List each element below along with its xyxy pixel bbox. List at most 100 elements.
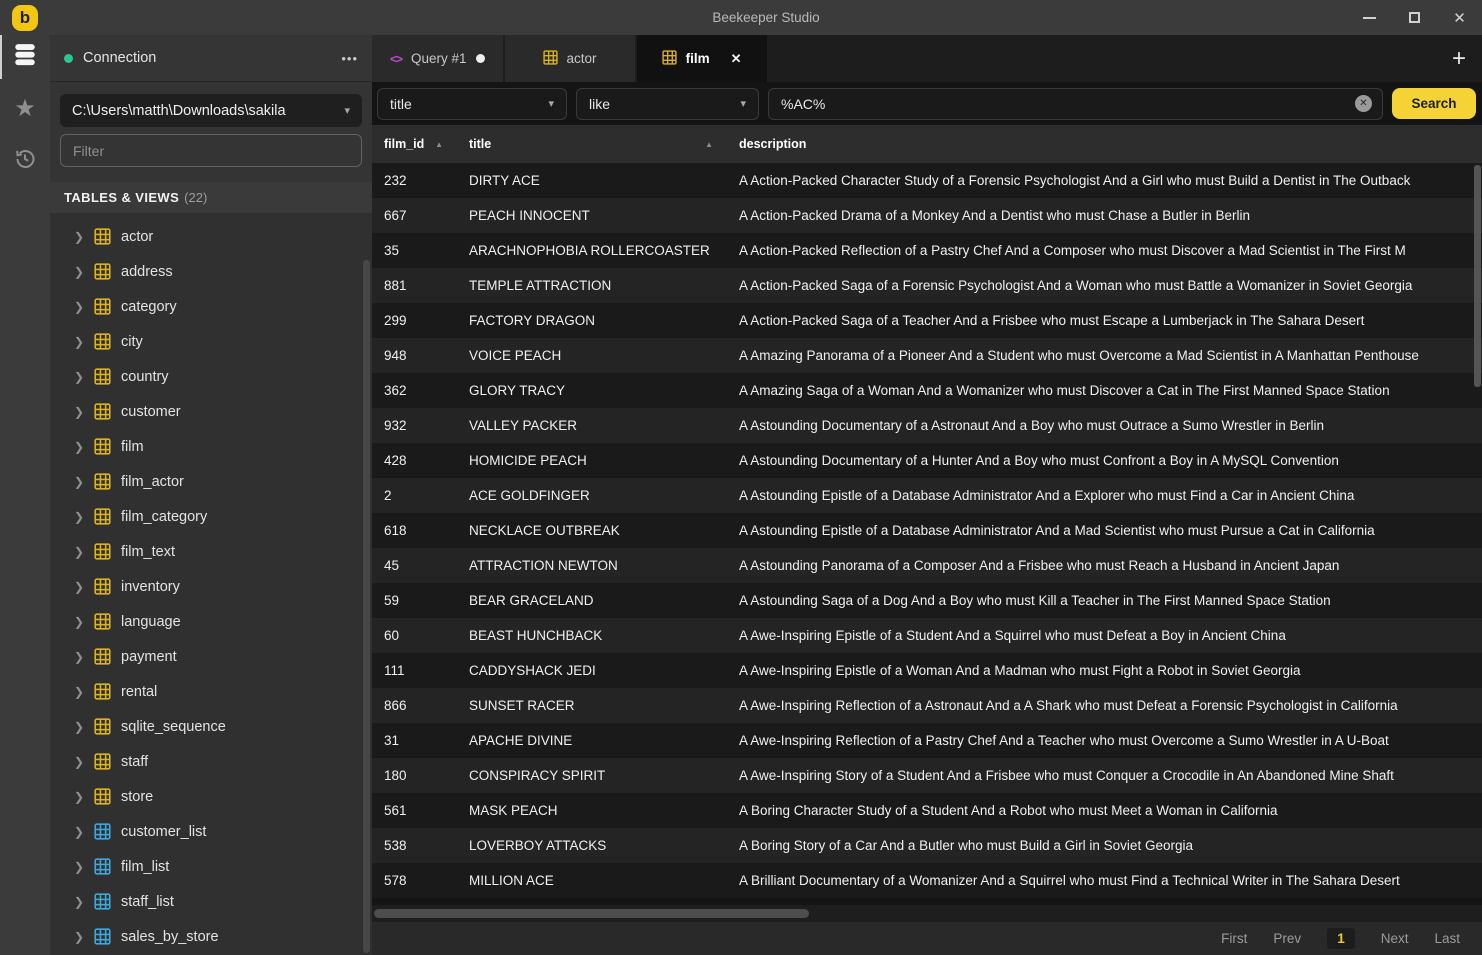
connection-menu-button[interactable]: ••• [341,51,358,66]
table-row[interactable]: 59 BEAR GRACELAND A Astounding Saga of a… [372,583,1482,618]
table-row[interactable]: 667 PEACH INNOCENT A Action-Packed Drama… [372,198,1482,233]
sidebar-item-film[interactable]: ❯ film [50,429,372,464]
cell-film-id[interactable]: 667 [372,208,457,223]
vertical-scrollbar[interactable] [1474,165,1481,387]
sidebar-item-film_actor[interactable]: ❯ film_actor [50,464,372,499]
cell-film-id[interactable]: 60 [372,628,457,643]
cell-title[interactable]: SUNSET RACER [457,698,727,713]
table-row[interactable]: 881 TEMPLE ATTRACTION A Action-Packed Sa… [372,268,1482,303]
cell-title[interactable]: MILLION ACE [457,873,727,888]
column-header-title[interactable]: title ▲ [457,125,727,163]
sidebar-item-customer[interactable]: ❯ customer [50,394,372,429]
cell-title[interactable]: ARACHNOPHOBIA ROLLERCOASTER [457,243,727,258]
column-header-description[interactable]: description [727,125,1482,163]
table-row[interactable]: 932 VALLEY PACKER A Astounding Documenta… [372,408,1482,443]
cell-description[interactable]: A Astounding Documentary of a Hunter And… [727,453,1482,468]
cell-title[interactable]: PEACH INNOCENT [457,208,727,223]
cell-film-id[interactable]: 881 [372,278,457,293]
cell-title[interactable]: VOICE PEACH [457,348,727,363]
cell-title[interactable]: FACTORY DRAGON [457,313,727,328]
sidebar-item-film_list[interactable]: ❯ film_list [50,849,372,884]
tab-actor[interactable]: actor [505,35,635,82]
cell-film-id[interactable]: 866 [372,698,457,713]
table-row[interactable]: 561 MASK PEACH A Boring Character Study … [372,793,1482,828]
history-panel-button[interactable] [0,135,50,187]
sidebar-item-rental[interactable]: ❯ rental [50,674,372,709]
table-row[interactable]: 180 CONSPIRACY SPIRIT A Awe-Inspiring St… [372,758,1482,793]
sidebar-item-sales_by_store[interactable]: ❯ sales_by_store [50,919,372,954]
cell-film-id[interactable]: 618 [372,523,457,538]
cell-film-id[interactable]: 948 [372,348,457,363]
filter-value-field[interactable]: ✕ [768,88,1383,120]
pagination-prev[interactable]: Prev [1273,931,1301,946]
cell-film-id[interactable]: 59 [372,593,457,608]
table-row[interactable]: 866 SUNSET RACER A Awe-Inspiring Reflect… [372,688,1482,723]
filter-operator-select[interactable]: like ▾ [576,88,759,120]
sidebar-item-customer_list[interactable]: ❯ customer_list [50,814,372,849]
clear-filter-icon[interactable]: ✕ [1355,95,1372,112]
cell-description[interactable]: A Action-Packed Drama of a Monkey And a … [727,208,1482,223]
minimize-button[interactable] [1347,0,1392,35]
pagination-next[interactable]: Next [1381,931,1409,946]
table-row[interactable]: 618 NECKLACE OUTBREAK A Astounding Epist… [372,513,1482,548]
pagination-first[interactable]: First [1221,931,1247,946]
sidebar-item-staff[interactable]: ❯ staff [50,744,372,779]
cell-film-id[interactable]: 428 [372,453,457,468]
cell-description[interactable]: A Action-Packed Saga of a Teacher And a … [727,313,1482,328]
column-header-film-id[interactable]: film_id ▲ [372,125,457,163]
table-row[interactable]: 45 ATTRACTION NEWTON A Astounding Panora… [372,548,1482,583]
pagination-current-page[interactable]: 1 [1327,928,1355,949]
cell-title[interactable]: NECKLACE OUTBREAK [457,523,727,538]
tab-query-1[interactable]: <> Query #1 [372,35,503,82]
cell-description[interactable]: A Astounding Documentary of a Astronaut … [727,418,1482,433]
cell-film-id[interactable]: 35 [372,243,457,258]
table-row[interactable]: 362 GLORY TRACY A Amazing Saga of a Woma… [372,373,1482,408]
cell-description[interactable]: A Awe-Inspiring Epistle of a Student And… [727,628,1482,643]
table-row[interactable]: 35 ARACHNOPHOBIA ROLLERCOASTER A Action-… [372,233,1482,268]
table-row[interactable]: 299 FACTORY DRAGON A Action-Packed Saga … [372,303,1482,338]
table-row[interactable]: 578 MILLION ACE A Brilliant Documentary … [372,863,1482,898]
tab-film[interactable]: film ✕ [637,35,767,82]
table-row[interactable]: 428 HOMICIDE PEACH A Astounding Document… [372,443,1482,478]
table-row[interactable]: 2 ACE GOLDFINGER A Astounding Epistle of… [372,478,1482,513]
close-window-button[interactable]: ✕ [1437,0,1482,35]
cell-description[interactable]: A Action-Packed Saga of a Forensic Psych… [727,278,1482,293]
pagination-last[interactable]: Last [1434,931,1460,946]
cell-title[interactable]: HOMICIDE PEACH [457,453,727,468]
horizontal-scrollbar-thumb[interactable] [374,909,809,918]
sidebar-item-city[interactable]: ❯ city [50,324,372,359]
cell-description[interactable]: A Astounding Epistle of a Database Admin… [727,523,1482,538]
cell-film-id[interactable]: 538 [372,838,457,853]
sidebar-item-inventory[interactable]: ❯ inventory [50,569,372,604]
cell-description[interactable]: A Brilliant Documentary of a Womanizer A… [727,873,1482,888]
filter-value-input[interactable] [781,96,1355,112]
cell-film-id[interactable]: 180 [372,768,457,783]
cell-film-id[interactable]: 111 [372,663,457,678]
table-row[interactable]: 60 BEAST HUNCHBACK A Awe-Inspiring Epist… [372,618,1482,653]
database-panel-button[interactable] [0,31,50,83]
filter-column-select[interactable]: title ▾ [377,88,567,120]
table-row[interactable]: 538 LOVERBOY ATTACKS A Boring Story of a… [372,828,1482,863]
sidebar-filter-input[interactable] [60,134,362,167]
table-row[interactable]: 232 DIRTY ACE A Action-Packed Character … [372,163,1482,198]
sidebar-item-sqlite_sequence[interactable]: ❯ sqlite_sequence [50,709,372,744]
sidebar-item-store[interactable]: ❯ store [50,779,372,814]
cell-description[interactable]: A Astounding Epistle of a Database Admin… [727,488,1482,503]
cell-title[interactable]: GLORY TRACY [457,383,727,398]
cell-film-id[interactable]: 578 [372,873,457,888]
cell-film-id[interactable]: 362 [372,383,457,398]
search-button[interactable]: Search [1392,88,1476,119]
close-tab-icon[interactable]: ✕ [731,51,742,67]
cell-description[interactable]: A Boring Story of a Car And a Butler who… [727,838,1482,853]
sidebar-item-category[interactable]: ❯ category [50,289,372,324]
cell-title[interactable]: APACHE DIVINE [457,733,727,748]
sidebar-item-film_category[interactable]: ❯ film_category [50,499,372,534]
sidebar-item-film_text[interactable]: ❯ film_text [50,534,372,569]
cell-description[interactable]: A Awe-Inspiring Reflection of a Pastry C… [727,733,1482,748]
cell-title[interactable]: VALLEY PACKER [457,418,727,433]
cell-description[interactable]: A Astounding Panorama of a Composer And … [727,558,1482,573]
sidebar-item-staff_list[interactable]: ❯ staff_list [50,884,372,919]
new-tab-button[interactable]: + [1436,35,1482,82]
cell-title[interactable]: ATTRACTION NEWTON [457,558,727,573]
cell-description[interactable]: A Amazing Saga of a Woman And a Womanize… [727,383,1482,398]
